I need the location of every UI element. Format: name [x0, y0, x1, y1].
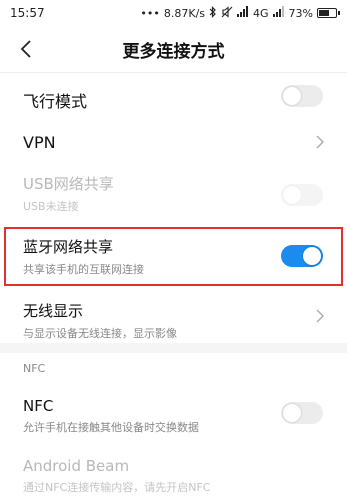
usb-tethering-subtitle: USB未连接	[23, 200, 79, 213]
page-title: 更多连接方式	[122, 41, 225, 62]
status-dots: •••	[140, 6, 160, 20]
bluetooth-icon	[209, 5, 217, 21]
network-type: 4G	[253, 6, 269, 20]
toggle-knob	[283, 404, 301, 422]
wireless-display-subtitle: 与显示设备无线连接，显示影像	[23, 327, 177, 340]
toggle-knob	[303, 247, 321, 265]
status-time: 15:57	[10, 6, 45, 20]
airplane-mode-label: 飞行模式	[23, 92, 88, 111]
back-arrow-icon[interactable]	[16, 38, 36, 60]
wireless-display-label: 无线显示	[23, 302, 84, 320]
usb-tethering-label: USB网络共享	[23, 175, 114, 193]
android-beam-subtitle: 通过NFC连接传输内容，请先开启NFC	[23, 481, 211, 494]
bluetooth-tethering-label: 蓝牙网络共享	[23, 238, 114, 256]
nfc-toggle[interactable]	[281, 402, 323, 424]
signal-icon-2	[272, 6, 285, 20]
vpn-label: VPN	[23, 133, 56, 152]
divider	[0, 72, 347, 73]
android-beam-label: Android Beam	[23, 457, 130, 475]
bluetooth-tethering-subtitle: 共享该手机的互联网连接	[23, 263, 144, 276]
airplane-mode-toggle[interactable]	[281, 85, 323, 107]
wireless-display-row[interactable]: 无线显示 与显示设备无线连接，显示影像	[0, 300, 347, 344]
chevron-right-icon	[315, 308, 325, 324]
section-divider	[0, 343, 347, 353]
status-bar: 15:57 ••• 8.87K/s 4G 73%	[0, 0, 347, 26]
android-beam-row: Android Beam 通过NFC连接传输内容，请先开启NFC	[0, 457, 347, 501]
toggle-knob	[283, 87, 301, 105]
bluetooth-tethering-toggle[interactable]	[281, 245, 323, 267]
toggle-knob	[283, 186, 301, 204]
network-speed: 8.87K/s	[163, 6, 206, 20]
header: 更多连接方式	[0, 26, 347, 72]
battery-icon	[317, 8, 340, 18]
vpn-row[interactable]: VPN	[0, 121, 347, 163]
status-icons: ••• 8.87K/s 4G 73%	[140, 5, 340, 21]
usb-tethering-toggle	[281, 184, 323, 206]
nfc-label: NFC	[23, 397, 54, 415]
nfc-subtitle: 允许手机在接触其他设备时交换数据	[23, 421, 199, 434]
signal-icon	[237, 6, 249, 20]
chevron-right-icon	[315, 134, 325, 150]
battery-fill	[319, 10, 330, 16]
mute-icon	[221, 5, 233, 21]
battery-percent: 73%	[288, 6, 313, 20]
nfc-section-label: NFC	[23, 362, 46, 375]
